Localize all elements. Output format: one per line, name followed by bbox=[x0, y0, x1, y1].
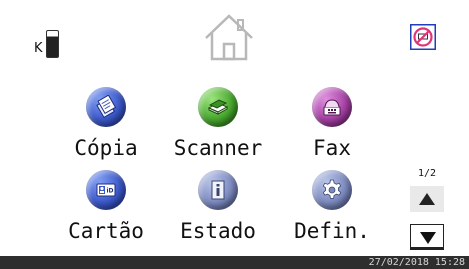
info-document-icon bbox=[198, 170, 238, 210]
app-label: Cartão bbox=[68, 219, 144, 243]
scanner-icon bbox=[198, 87, 238, 127]
page-indicator: 1/2 bbox=[417, 168, 437, 179]
app-scanner-button[interactable]: Scanner bbox=[163, 87, 273, 167]
app-label: Estado bbox=[180, 219, 256, 243]
status-alert-button[interactable] bbox=[410, 24, 436, 50]
arrow-up-icon bbox=[419, 193, 435, 205]
arrow-down-icon bbox=[420, 232, 436, 244]
page-navigator: 1/2 bbox=[404, 168, 450, 262]
app-label: Fax bbox=[313, 136, 351, 160]
app-settings-button[interactable]: Defin. bbox=[277, 170, 387, 250]
app-label: Defin. bbox=[294, 219, 370, 243]
no-entry-icon bbox=[410, 24, 436, 50]
status-bar: 27/02/2018 15:28 bbox=[0, 256, 469, 269]
toner-level-indicator: K bbox=[34, 24, 74, 60]
app-id-card-button[interactable]: iD Cartão bbox=[51, 170, 161, 250]
fax-icon bbox=[312, 87, 352, 127]
home-icon bbox=[205, 14, 253, 61]
toner-color-label: K bbox=[34, 41, 43, 56]
page-down-button[interactable] bbox=[410, 224, 444, 250]
home-button[interactable] bbox=[202, 12, 256, 62]
svg-text:iD: iD bbox=[107, 188, 114, 195]
app-label: Cópia bbox=[74, 136, 138, 160]
app-fax-button[interactable]: Fax bbox=[277, 87, 387, 167]
id-card-icon: iD bbox=[86, 170, 126, 210]
date-time-display: 27/02/2018 15:28 bbox=[368, 257, 465, 268]
app-label: Scanner bbox=[173, 136, 263, 160]
page-up-button[interactable] bbox=[410, 186, 444, 212]
app-copy-button[interactable]: Cópia bbox=[51, 87, 161, 167]
toner-bottle-icon bbox=[46, 30, 59, 58]
copy-icon bbox=[86, 87, 126, 127]
printer-home-screen: K Cópia Scanner Fax iD Cartão Estado Def… bbox=[0, 0, 469, 269]
app-status-button[interactable]: Estado bbox=[163, 170, 273, 250]
gear-icon bbox=[312, 170, 352, 210]
